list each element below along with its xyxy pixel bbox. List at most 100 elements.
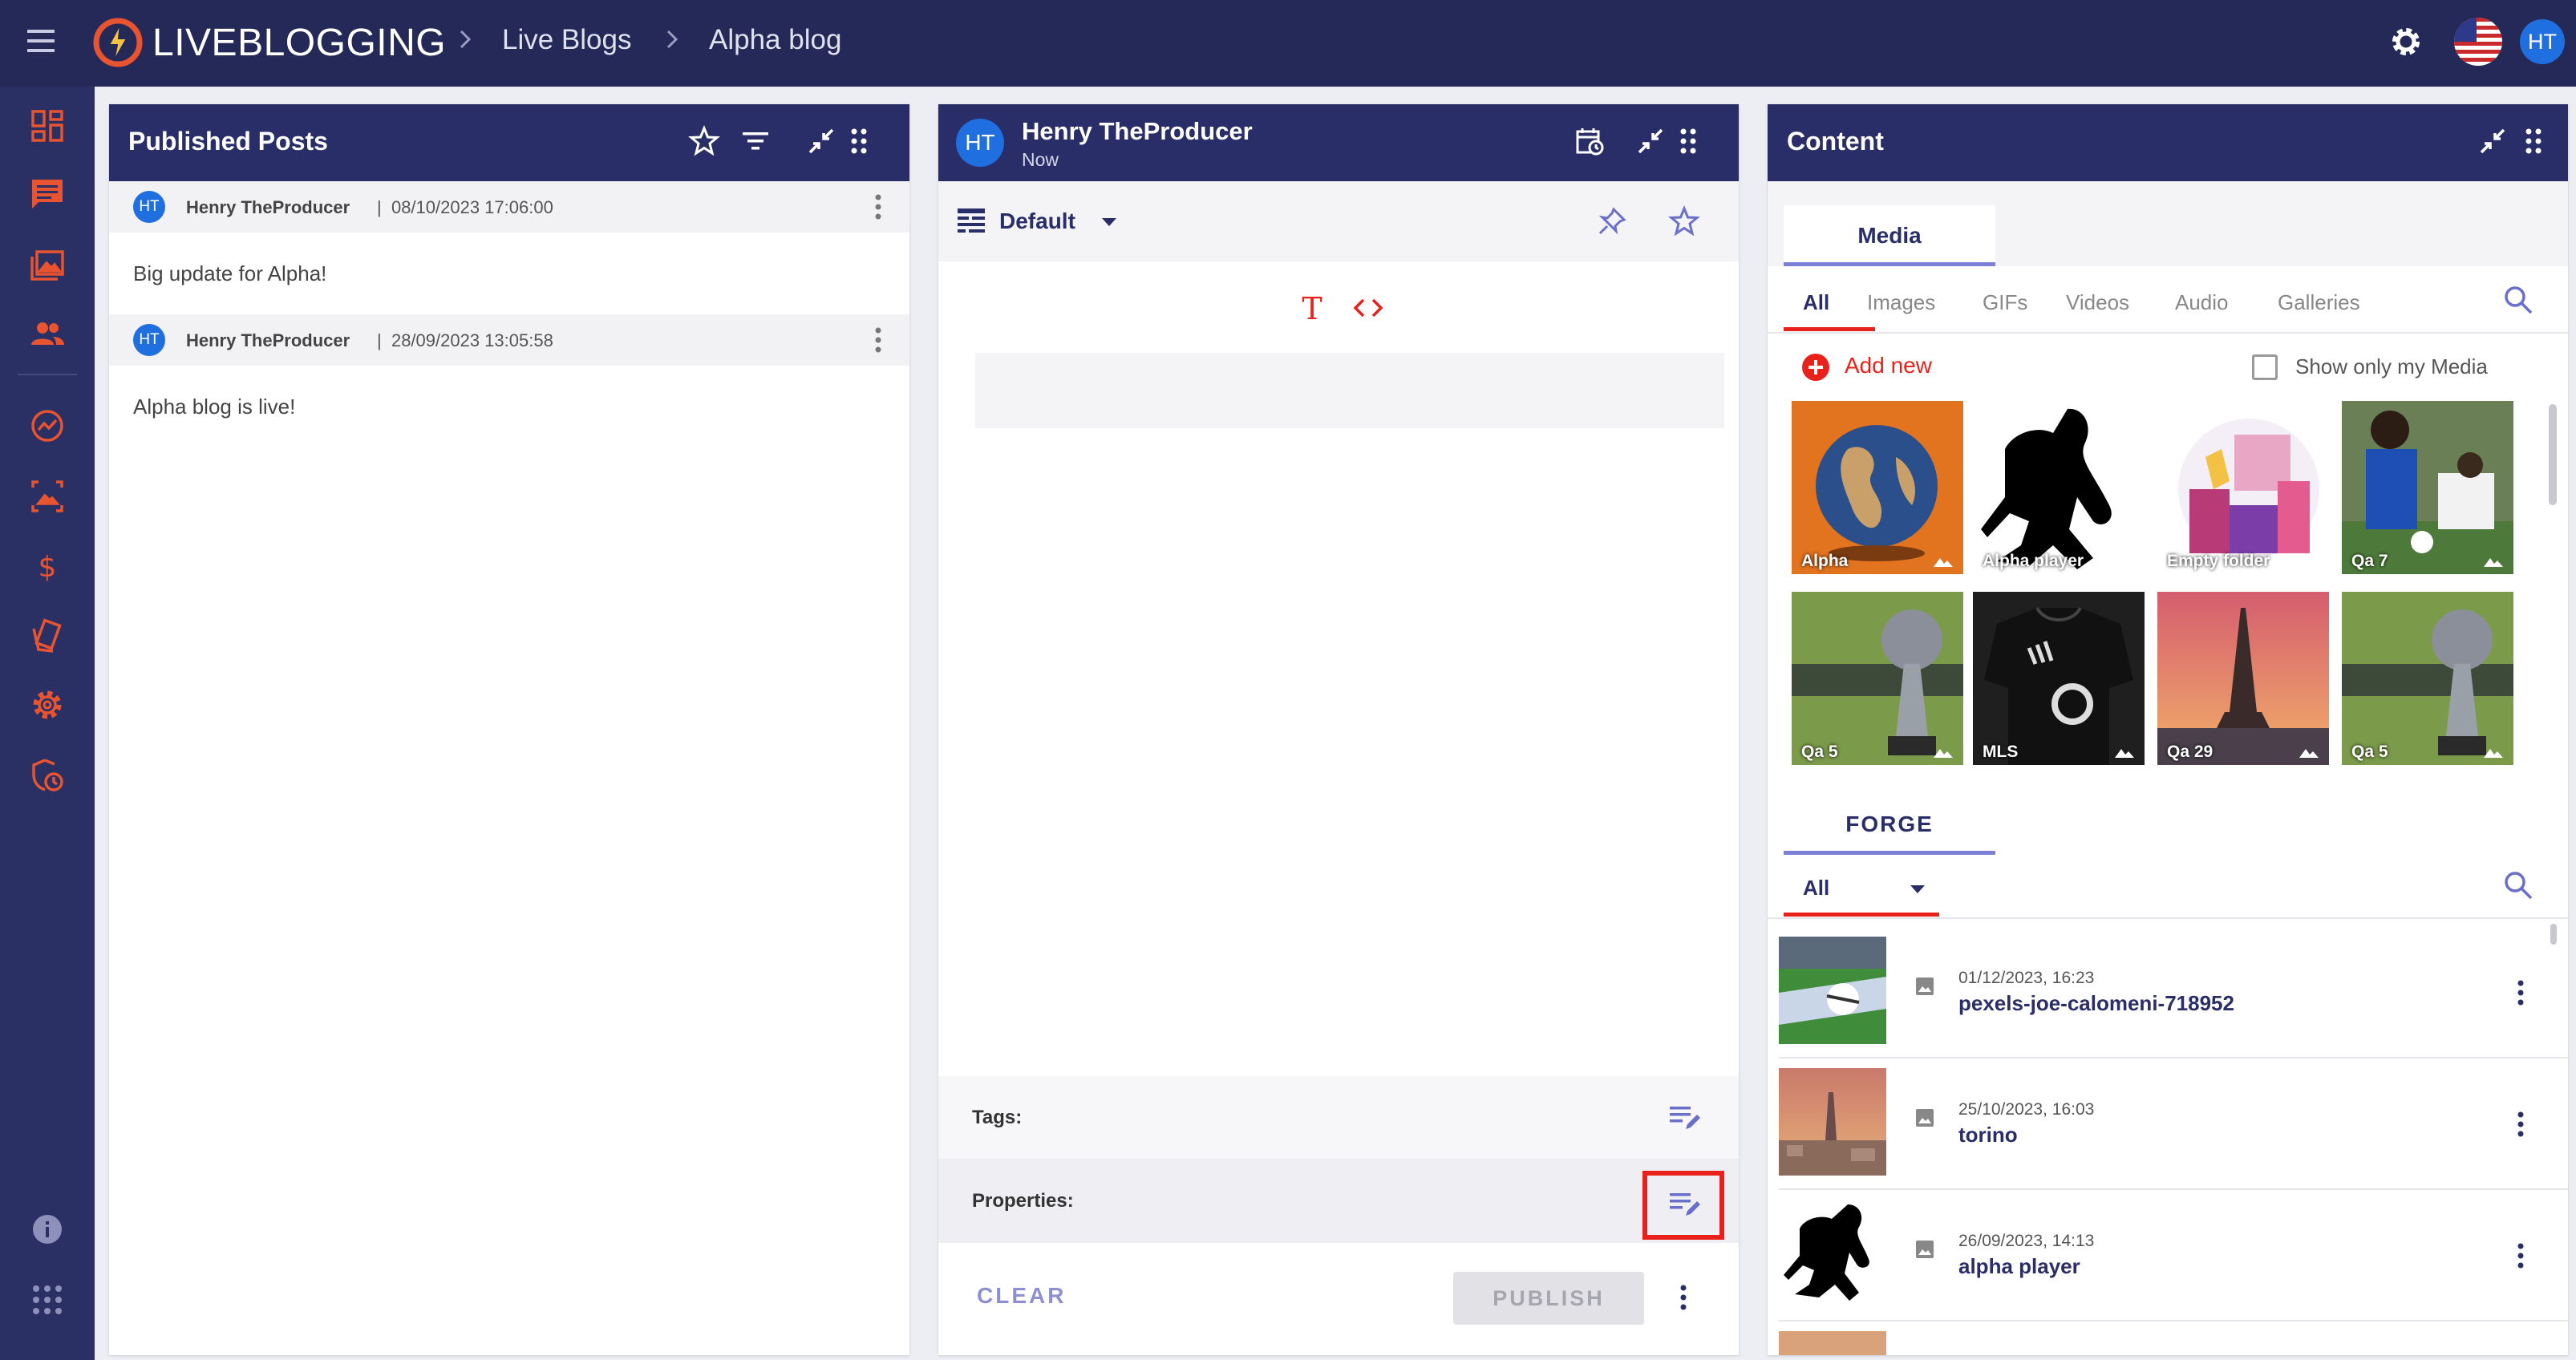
edit-list-icon[interactable] xyxy=(1668,1190,1702,1219)
media-thumbnail[interactable]: Qa 7 xyxy=(2342,401,2513,574)
media-label: Alpha xyxy=(1801,552,1849,570)
published-posts-header: Published Posts xyxy=(109,104,909,181)
filter-icon[interactable] xyxy=(739,125,772,157)
text-block-icon[interactable]: T xyxy=(1298,292,1326,324)
subtab-images[interactable]: Images xyxy=(1867,290,1935,315)
editor-toolbar: Default xyxy=(938,181,1739,261)
layout-icon xyxy=(956,207,986,234)
drag-handle-icon[interactable] xyxy=(1676,125,1700,157)
subtab-gifs[interactable]: GIFs xyxy=(1983,290,2027,315)
post-header: HT Henry TheProducer | 28/09/2023 13:05:… xyxy=(109,314,909,366)
settings-icon[interactable] xyxy=(29,686,66,723)
subtab-all[interactable]: All xyxy=(1803,290,1829,315)
panel-title: Published Posts xyxy=(128,127,328,156)
gallery-icon[interactable] xyxy=(29,478,66,515)
publish-button[interactable]: PUBLISH xyxy=(1453,1272,1644,1325)
code-block-icon[interactable] xyxy=(1351,293,1386,322)
hamburger-menu-icon[interactable] xyxy=(26,27,58,55)
add-circle-icon[interactable] xyxy=(1801,353,1830,382)
media-thumbnail[interactable]: Alpha player xyxy=(1973,401,2145,574)
image-type-icon xyxy=(2114,746,2135,759)
media-thumbnail[interactable]: Qa 5 xyxy=(2342,592,2513,765)
star-icon[interactable] xyxy=(1668,205,1700,237)
forge-thumbnail xyxy=(1779,937,1886,1044)
post-date: | 08/10/2023 17:06:00 xyxy=(377,197,553,217)
active-subtab-underline xyxy=(1784,327,1875,331)
more-options-icon[interactable] xyxy=(874,192,882,221)
gear-icon[interactable] xyxy=(2387,22,2425,61)
content-panel: Content Media All Images GIFs Videos Aud… xyxy=(1768,104,2568,1355)
collapse-icon[interactable] xyxy=(805,125,837,157)
forge-item-date: 01/12/2023, 16:23 xyxy=(1958,969,2095,987)
media-thumbnail[interactable]: Alpha xyxy=(1792,401,1963,574)
apps-grid-icon[interactable] xyxy=(29,1281,66,1318)
media-thumbnail[interactable]: MLS xyxy=(1973,592,2145,765)
media-scrollbar[interactable] xyxy=(2549,404,2557,505)
subtab-audio[interactable]: Audio xyxy=(2175,290,2229,315)
image-type-icon xyxy=(2114,555,2135,568)
edit-list-icon[interactable] xyxy=(1668,1103,1702,1132)
caret-down-icon[interactable] xyxy=(1909,884,1926,895)
more-options-icon[interactable] xyxy=(874,326,882,354)
image-type-icon xyxy=(2483,746,2504,759)
drag-handle-icon[interactable] xyxy=(847,125,871,157)
more-options-icon[interactable] xyxy=(2517,978,2525,1007)
forge-item-name: pexels-joe-calomeni-718952 xyxy=(1958,991,2234,1015)
editor-text-area[interactable] xyxy=(975,353,1724,428)
posts-icon[interactable] xyxy=(29,176,66,213)
search-icon[interactable] xyxy=(2502,284,2534,316)
tab-forge[interactable]: FORGE xyxy=(1784,794,1995,855)
image-type-icon xyxy=(2299,746,2319,759)
more-options-icon[interactable] xyxy=(1679,1283,1687,1312)
forge-list-item[interactable]: 25/10/2023, 16:03 torino xyxy=(1779,1058,2568,1190)
drag-handle-icon[interactable] xyxy=(2521,125,2546,157)
media-label: Qa 5 xyxy=(1801,743,1838,761)
media-thumbnail[interactable]: Qa 29 xyxy=(2157,592,2329,765)
media-library-icon[interactable] xyxy=(29,247,66,284)
tags-icon[interactable] xyxy=(29,617,66,654)
schedule-icon[interactable] xyxy=(1574,125,1606,157)
clear-button[interactable]: CLEAR xyxy=(977,1283,1066,1309)
forge-filter-select[interactable]: All xyxy=(1803,876,1829,901)
forge-thumbnail xyxy=(1779,1200,1886,1307)
user-avatar[interactable]: HT xyxy=(2520,19,2565,64)
layout-select[interactable]: Default xyxy=(999,208,1075,234)
subtab-videos[interactable]: Videos xyxy=(2066,290,2129,315)
media-thumbnail[interactable]: Qa 5 xyxy=(1792,592,1963,765)
us-flag-icon[interactable] xyxy=(2454,18,2502,66)
media-thumbnail[interactable]: Empty folder xyxy=(2157,401,2329,574)
post-text: Big update for Alpha! xyxy=(133,261,327,285)
subtab-galleries[interactable]: Galleries xyxy=(2278,290,2360,315)
billing-icon[interactable]: $ xyxy=(29,547,66,584)
editor-header: HT Henry TheProducer Now xyxy=(938,104,1739,181)
security-icon[interactable] xyxy=(29,757,66,794)
chevron-right-icon xyxy=(664,29,680,50)
image-type-icon xyxy=(1915,1108,1934,1127)
collapse-icon[interactable] xyxy=(2477,125,2509,157)
top-bar: LIVEBLOGGING Live Blogs Alpha blog HT xyxy=(0,0,2576,87)
more-options-icon[interactable] xyxy=(2517,1241,2525,1270)
users-icon[interactable] xyxy=(29,316,66,353)
post-header: HT Henry TheProducer | 08/10/2023 17:06:… xyxy=(109,181,909,233)
forge-list-item[interactable]: 26/09/2023, 14:13 alpha player xyxy=(1779,1190,2568,1322)
tab-media[interactable]: Media xyxy=(1784,205,1995,266)
media-label: Qa 7 xyxy=(2351,552,2388,570)
info-icon[interactable] xyxy=(29,1211,66,1248)
collapse-icon[interactable] xyxy=(1634,125,1667,157)
breadcrumb-alpha-blog[interactable]: Alpha blog xyxy=(709,24,841,56)
caret-down-icon[interactable] xyxy=(1100,217,1118,228)
add-new-button[interactable]: Add new xyxy=(1845,353,1932,378)
svg-text:T: T xyxy=(1302,292,1322,324)
more-options-icon[interactable] xyxy=(2517,1110,2525,1139)
show-only-mine-checkbox[interactable] xyxy=(2252,354,2278,380)
image-type-icon xyxy=(1915,977,1934,996)
pin-icon[interactable] xyxy=(1596,205,1628,237)
search-icon[interactable] xyxy=(2502,869,2534,901)
breadcrumb-live-blogs[interactable]: Live Blogs xyxy=(502,24,631,56)
forge-list-item[interactable]: 01/12/2023, 16:23 pexels-joe-calomeni-71… xyxy=(1779,927,2568,1058)
post-text: Alpha blog is live! xyxy=(133,395,296,419)
analytics-icon[interactable] xyxy=(29,407,66,444)
star-icon[interactable] xyxy=(688,125,720,157)
dashboard-icon[interactable] xyxy=(29,107,66,144)
media-label: Alpha player xyxy=(1983,552,2084,570)
